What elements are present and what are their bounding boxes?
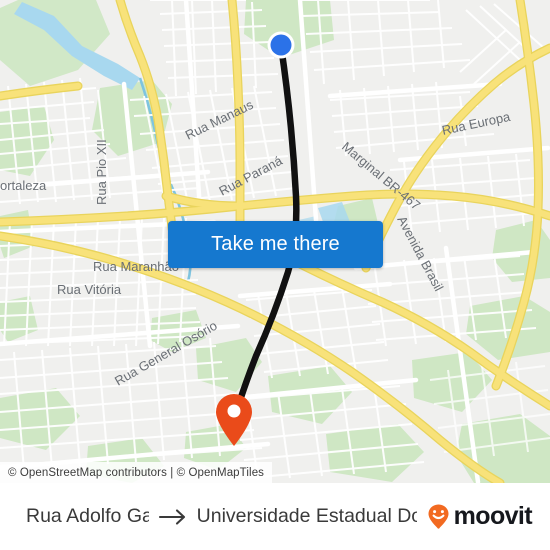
attribution-text: © OpenStreetMap contributors | © OpenMap… (8, 466, 265, 479)
moovit-trip-screen: Rua Manaus Rua Paraná Rua Pio XII ortaleza R… (0, 0, 550, 550)
street-label: Rua Vitória (57, 282, 122, 297)
street-label: Rua Maranhão (93, 259, 179, 274)
arrow-right-icon (158, 508, 185, 525)
street-label: Rua Pio XII (94, 139, 109, 205)
trip-destination-label[interactable]: Universidade Estadual Do Oest… (197, 505, 417, 528)
trip-footer: Rua Adolfo Garc… Universidade Estadual D… (0, 483, 550, 550)
moovit-wordmark: moovit (453, 502, 533, 530)
trip-summary: Rua Adolfo Garc… Universidade Estadual D… (26, 505, 417, 528)
take-me-there-button[interactable]: Take me there (168, 221, 383, 268)
street-label: ortaleza (0, 178, 47, 193)
trip-origin-label[interactable]: Rua Adolfo Garc… (26, 505, 149, 528)
moovit-pin-icon (428, 504, 449, 529)
take-me-there-label: Take me there (211, 233, 340, 255)
moovit-logo[interactable]: moovit (425, 502, 533, 531)
map-attribution: © OpenStreetMap contributors | © OpenMap… (0, 462, 273, 483)
origin-dot[interactable] (267, 31, 295, 59)
